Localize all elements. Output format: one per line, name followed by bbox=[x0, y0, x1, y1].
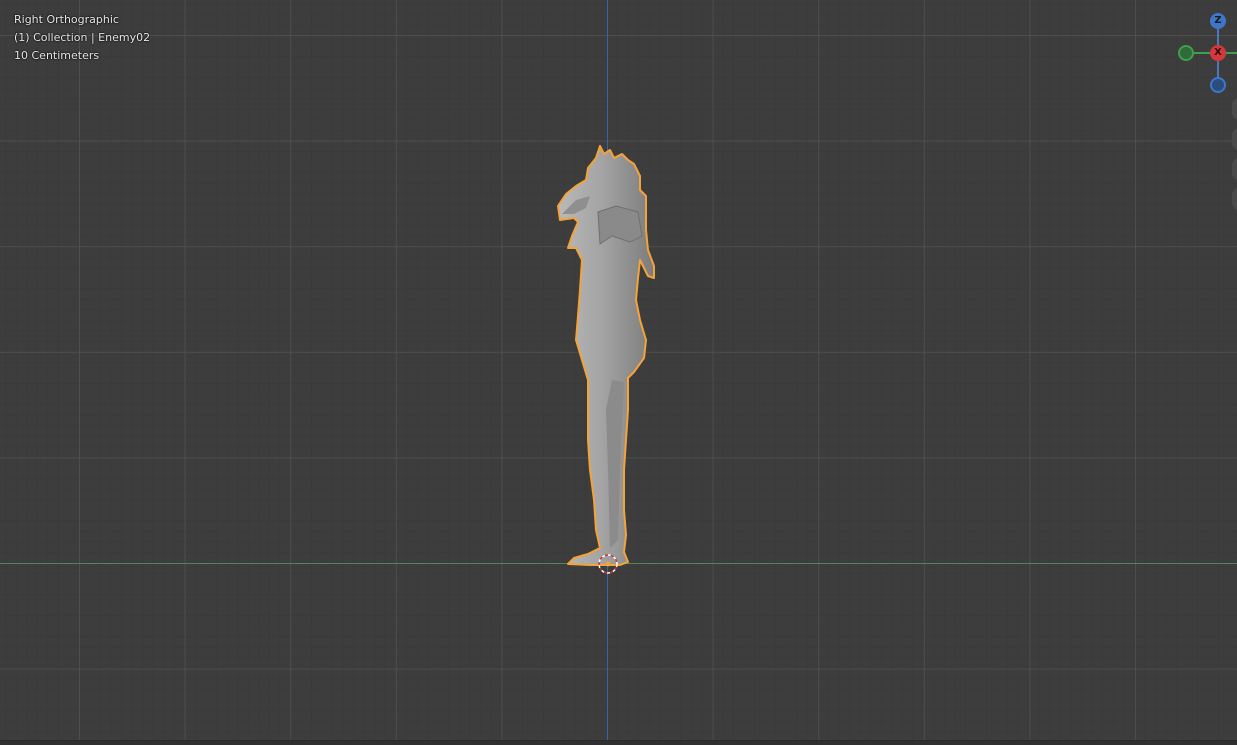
collection-info-label: (1) Collection | Enemy02 bbox=[14, 31, 151, 44]
perspective-toggle-button[interactable] bbox=[1232, 188, 1237, 210]
3d-cursor-icon[interactable] bbox=[0, 0, 1237, 745]
3d-viewport[interactable]: Right Orthographic (1) Collection | Enem… bbox=[0, 0, 1237, 745]
gizmo-negative-z-axis-icon[interactable] bbox=[1210, 77, 1226, 93]
viewport-info-overlay: Right Orthographic (1) Collection | Enem… bbox=[14, 11, 150, 65]
grid-scale-label: 10 Centimeters bbox=[14, 49, 100, 62]
status-bar-edge bbox=[0, 740, 1237, 745]
gizmo-z-axis-icon[interactable]: Z bbox=[1210, 13, 1226, 29]
pan-button[interactable] bbox=[1232, 128, 1237, 150]
camera-view-button[interactable] bbox=[1232, 158, 1237, 180]
navigation-gizmo[interactable]: Z X bbox=[1170, 8, 1237, 98]
gizmo-y-axis-icon[interactable] bbox=[1178, 45, 1194, 61]
zoom-button[interactable] bbox=[1232, 98, 1237, 120]
view-name-label: Right Orthographic bbox=[14, 13, 119, 26]
gizmo-x-axis-icon[interactable]: X bbox=[1210, 45, 1226, 61]
